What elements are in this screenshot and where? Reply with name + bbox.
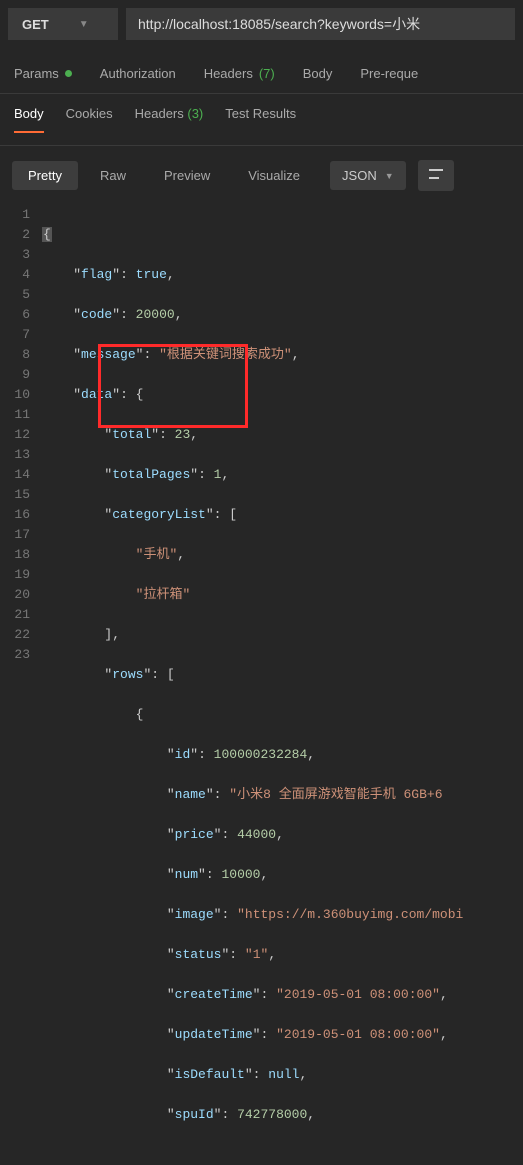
wrap-lines-button[interactable] (418, 160, 454, 191)
res-tab-cookies[interactable]: Cookies (66, 106, 113, 133)
chevron-down-icon: ▼ (385, 171, 394, 181)
tab-params[interactable]: Params (14, 66, 72, 81)
method-selector[interactable]: GET ▼ (8, 8, 118, 40)
res-tab-testresults[interactable]: Test Results (225, 106, 296, 133)
view-raw-button[interactable]: Raw (84, 161, 142, 190)
url-input[interactable] (126, 8, 515, 40)
response-body[interactable]: 1234567891011121314151617181920212223 { … (0, 205, 523, 1165)
tab-prerequest[interactable]: Pre-reque (360, 66, 418, 81)
res-tab-body[interactable]: Body (14, 106, 44, 133)
view-visualize-button[interactable]: Visualize (232, 161, 316, 190)
format-selector[interactable]: JSON ▼ (330, 161, 406, 190)
view-pretty-button[interactable]: Pretty (12, 161, 78, 190)
res-tab-headers[interactable]: Headers (3) (135, 106, 204, 133)
code-content: { "flag": true, "code": 20000, "message"… (42, 205, 517, 1165)
response-tabs: Body Cookies Headers (3) Test Results (0, 94, 523, 133)
response-toolbar: Pretty Raw Preview Visualize JSON ▼ (0, 146, 523, 205)
method-value: GET (22, 17, 49, 32)
chevron-down-icon: ▼ (79, 19, 89, 30)
wrap-icon (428, 167, 444, 181)
active-dot-icon (65, 70, 72, 77)
tab-headers[interactable]: Headers (7) (204, 66, 275, 81)
view-preview-button[interactable]: Preview (148, 161, 226, 190)
line-gutter: 1234567891011121314151617181920212223 (6, 205, 42, 1165)
tab-authorization[interactable]: Authorization (100, 66, 176, 81)
tab-body[interactable]: Body (303, 66, 333, 81)
request-tabs: Params Authorization Headers (7) Body Pr… (0, 48, 523, 81)
